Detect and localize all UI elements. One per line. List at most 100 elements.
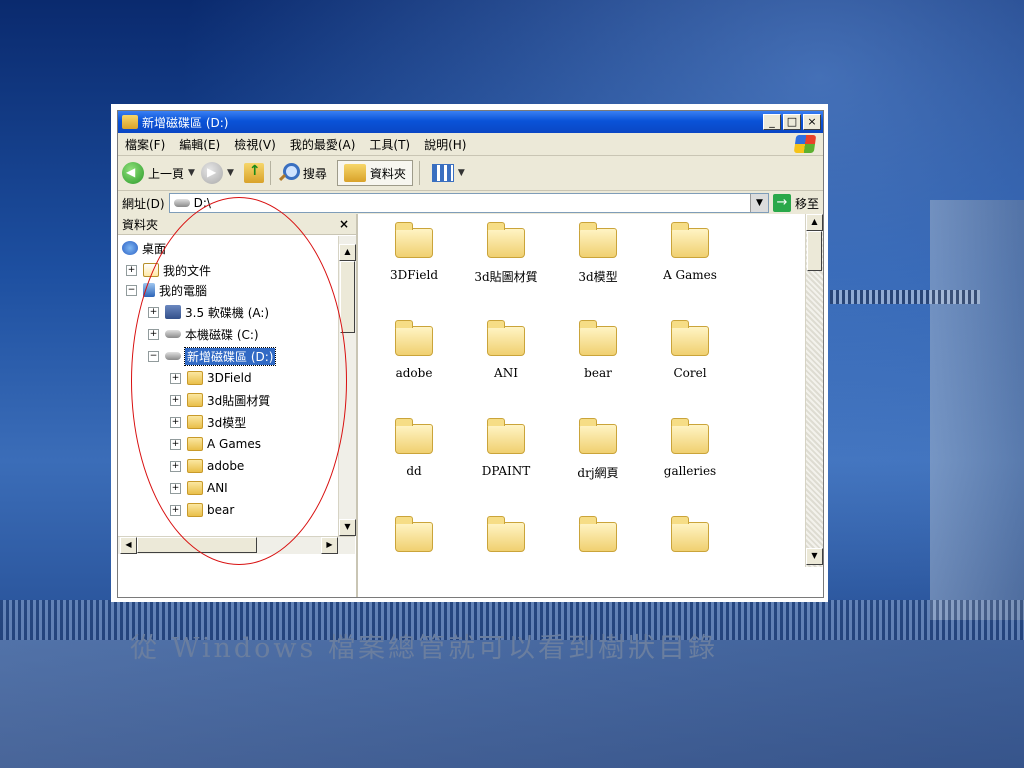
tree-node-folder[interactable]: + 3d模型 [170, 412, 246, 432]
scroll-down-icon[interactable]: ▼ [339, 519, 356, 536]
menu-edit[interactable]: 編輯(E) [172, 136, 227, 153]
expand-icon[interactable]: + [170, 416, 181, 428]
expand-icon[interactable]: + [170, 460, 181, 472]
expand-icon[interactable]: + [170, 372, 181, 384]
scroll-up-icon[interactable]: ▲ [339, 244, 356, 261]
expand-icon[interactable]: + [170, 482, 181, 494]
hard-drive-icon [165, 352, 181, 360]
folder-item[interactable] [464, 516, 548, 562]
collapse-icon[interactable]: − [126, 284, 137, 296]
folder-item[interactable] [372, 516, 456, 562]
scroll-right-icon[interactable]: ▶ [321, 537, 338, 554]
tree-node-desktop[interactable]: 桌面 [122, 238, 166, 258]
expand-icon[interactable]: + [170, 504, 181, 516]
folder-item[interactable]: adobe [372, 320, 456, 380]
folder-item-label: ANI [494, 366, 518, 380]
close-button[interactable]: × [803, 114, 821, 130]
scroll-thumb[interactable] [807, 231, 822, 271]
folder-icon [187, 481, 203, 495]
forward-dropdown-icon[interactable]: ▼ [227, 168, 234, 178]
folder-item[interactable]: bear [556, 320, 640, 380]
collapse-icon[interactable]: − [148, 350, 159, 362]
expand-icon[interactable]: + [170, 438, 181, 450]
menu-help[interactable]: 說明(H) [417, 136, 473, 153]
floppy-drive-icon [165, 305, 181, 319]
folder-icon [579, 320, 617, 356]
tree-node-label: 3DField [207, 371, 252, 385]
views-icon [431, 164, 454, 182]
close-pane-icon[interactable]: × [336, 217, 352, 231]
title-bar[interactable]: 新增磁碟區 (D:) _ □ × [118, 111, 823, 133]
tree-node-label: 桌面 [142, 241, 167, 256]
files-vertical-scrollbar[interactable]: ▲ ▼ [805, 214, 823, 567]
menu-favorites[interactable]: 我的最愛(A) [283, 136, 363, 153]
background-window-strip [830, 290, 980, 304]
folder-item[interactable]: Corel [648, 320, 732, 380]
up-folder-icon[interactable] [243, 163, 264, 183]
scroll-thumb[interactable] [340, 261, 355, 333]
address-value: D:\ [193, 196, 211, 210]
folder-item[interactable] [648, 516, 732, 562]
folder-item[interactable]: A Games [648, 222, 732, 282]
menu-tools[interactable]: 工具(T) [362, 136, 417, 153]
tree-node-my-computer[interactable]: − 我的電腦 [126, 280, 207, 300]
tree-node-folder[interactable]: + ANI [170, 478, 228, 498]
forward-arrow-icon[interactable] [200, 162, 223, 184]
my-computer-icon [143, 283, 155, 297]
tree-node-folder[interactable]: + 3d貼圖材質 [170, 390, 270, 410]
go-arrow-icon[interactable]: → [772, 194, 791, 212]
scroll-down-icon[interactable]: ▼ [806, 548, 823, 565]
tree-node-folder[interactable]: + 3DField [170, 368, 252, 388]
toolbar-separator [269, 161, 271, 185]
tree-node-folder[interactable]: + A Games [170, 434, 261, 454]
folder-item[interactable]: dd [372, 418, 456, 478]
go-button[interactable]: 移至 [795, 195, 819, 212]
folders-button[interactable]: 資料夾 [336, 160, 413, 186]
folder-icon [187, 371, 203, 385]
toolbar-separator [418, 161, 420, 185]
search-icon[interactable] [277, 162, 300, 184]
tree-node-label: 我的文件 [163, 263, 212, 278]
tree-node-drive-c[interactable]: + 本機磁碟 (C:) [148, 324, 259, 344]
menu-file[interactable]: 檔案(F) [118, 136, 172, 153]
folder-item[interactable]: drj網頁 [556, 418, 640, 481]
search-button[interactable]: 搜尋 [303, 165, 327, 182]
scroll-thumb[interactable] [137, 537, 257, 553]
tree-horizontal-scrollbar[interactable]: ◀ ▶ [118, 536, 355, 554]
tree-node-floppy[interactable]: + 3.5 軟碟機 (A:) [148, 302, 269, 322]
folder-icon [579, 418, 617, 454]
folder-icon [671, 320, 709, 356]
back-button[interactable]: 上一頁 [148, 165, 184, 182]
minimize-button[interactable]: _ [763, 114, 781, 130]
views-button[interactable]: ▼ [431, 164, 469, 182]
address-input[interactable]: D:\ ▼ [168, 193, 769, 213]
folder-icon [487, 222, 525, 258]
tree-vertical-scrollbar[interactable]: ▲ ▼ [338, 236, 356, 536]
folder-item[interactable]: 3d貼圖材質 [464, 222, 548, 285]
content-area: 資料夾 × 桌面 + 我的文件 − 我的電腦 + 3.5 軟碟機 (A:) + … [118, 214, 823, 597]
back-arrow-icon[interactable] [122, 162, 144, 184]
scroll-up-icon[interactable]: ▲ [806, 214, 823, 231]
tree-node-folder[interactable]: + bear [170, 500, 234, 520]
scroll-left-icon[interactable]: ◀ [120, 537, 137, 554]
expand-icon[interactable]: + [148, 328, 159, 340]
tree-node-drive-d[interactable]: − 新增磁碟區 (D:) [148, 346, 277, 366]
folder-item[interactable] [556, 516, 640, 562]
tree-node-label: ANI [207, 481, 228, 495]
folder-item[interactable]: ANI [464, 320, 548, 380]
folder-icon [671, 222, 709, 258]
folder-item[interactable]: galleries [648, 418, 732, 478]
tree-node-folder[interactable]: + adobe [170, 456, 244, 476]
folder-item[interactable]: DPAINT [464, 418, 548, 478]
expand-icon[interactable]: + [126, 264, 137, 276]
expand-icon[interactable]: + [170, 394, 181, 406]
folder-item[interactable]: 3DField [372, 222, 456, 282]
back-dropdown-icon[interactable]: ▼ [188, 168, 195, 178]
expand-icon[interactable]: + [148, 306, 159, 318]
menu-view[interactable]: 檢視(V) [227, 136, 283, 153]
maximize-button[interactable]: □ [783, 114, 801, 130]
address-dropdown-icon[interactable]: ▼ [749, 194, 768, 212]
folder-item[interactable]: 3d模型 [556, 222, 640, 285]
folders-pane: 資料夾 × 桌面 + 我的文件 − 我的電腦 + 3.5 軟碟機 (A:) + … [118, 214, 358, 597]
tree-node-my-documents[interactable]: + 我的文件 [126, 260, 211, 280]
